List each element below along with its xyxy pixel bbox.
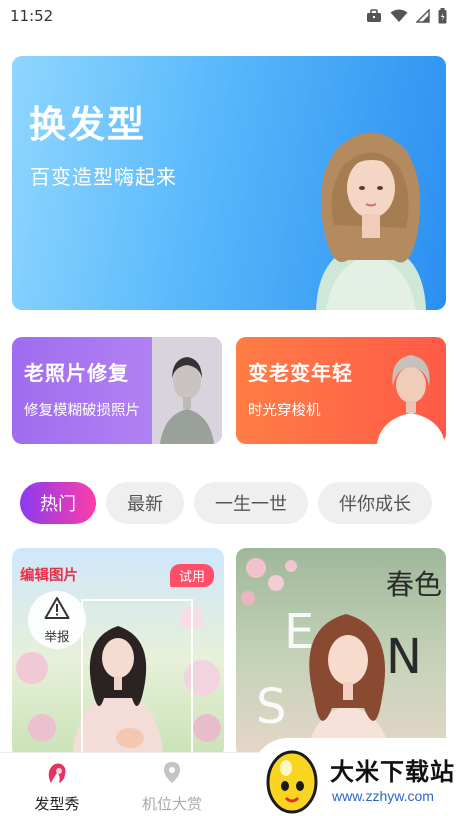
hero-banner-hairstyle[interactable]: 换发型 百变造型嗨起来 bbox=[12, 56, 446, 310]
nav-hairstyle-show[interactable]: 发型秀 bbox=[12, 761, 102, 814]
warning-icon bbox=[44, 596, 70, 624]
card-age-title: 变老变年轻 bbox=[248, 361, 353, 385]
hero-subtitle: 百变造型嗨起来 bbox=[30, 165, 177, 189]
letter-n: N bbox=[386, 629, 422, 685]
status-bar: 11:52 bbox=[0, 0, 459, 32]
hero-title: 换发型 bbox=[29, 103, 146, 146]
hairstyle-icon bbox=[45, 761, 69, 789]
edit-image-label[interactable]: 编辑图片 bbox=[20, 564, 78, 585]
card-age-subtitle: 时光穿梭机 bbox=[248, 403, 321, 419]
status-icons bbox=[366, 8, 447, 24]
card-old-photo-restore[interactable]: 老照片修复 修复模糊破损照片 bbox=[12, 337, 222, 444]
signal-icon bbox=[416, 9, 430, 23]
rice-mascot-logo bbox=[266, 750, 318, 814]
briefcase-icon bbox=[366, 9, 382, 23]
old-photo-image bbox=[152, 337, 222, 444]
tab-hot[interactable]: 热门 bbox=[20, 482, 96, 524]
tab-lifetime[interactable]: 一生一世 bbox=[194, 482, 308, 524]
watermark-title: 大米下载站 bbox=[330, 758, 455, 786]
report-label: 举报 bbox=[44, 628, 70, 644]
battery-icon bbox=[438, 8, 447, 24]
letter-s: S bbox=[256, 679, 286, 735]
card-age-transform[interactable]: 变老变年轻 时光穿梭机 bbox=[236, 337, 446, 444]
status-time: 11:52 bbox=[10, 7, 54, 25]
template-card-left[interactable]: 编辑图片 试用 举报 bbox=[12, 548, 224, 758]
watermark: 大米下载站 www.zzhyw.com bbox=[252, 738, 459, 816]
nav-hairstyle-label: 发型秀 bbox=[34, 795, 80, 813]
nav-photo-spots-label: 机位大赏 bbox=[141, 795, 202, 813]
category-tabs: 热门 最新 一生一世 伴你成长 bbox=[20, 482, 459, 524]
nav-photo-spots[interactable]: 机位大赏 bbox=[127, 761, 217, 814]
card-restore-title: 老照片修复 bbox=[24, 361, 129, 385]
template-right-image: E N S 春色 bbox=[241, 558, 442, 758]
letter-e: E bbox=[284, 604, 314, 660]
calligraphy-text: 春色 bbox=[386, 568, 442, 601]
watermark-url: www.zzhyw.com bbox=[332, 788, 434, 804]
template-card-right[interactable]: E N S 春色 bbox=[236, 548, 446, 758]
location-pin-icon bbox=[162, 761, 182, 789]
card-restore-subtitle: 修复模糊破损照片 bbox=[24, 403, 140, 419]
age-transform-image bbox=[377, 355, 445, 444]
trial-badge: 试用 bbox=[169, 564, 214, 587]
tab-growing-together[interactable]: 伴你成长 bbox=[318, 482, 432, 524]
wifi-icon bbox=[390, 9, 408, 23]
hero-model-image bbox=[316, 132, 426, 310]
tab-latest[interactable]: 最新 bbox=[106, 482, 184, 524]
report-button[interactable]: 举报 bbox=[28, 591, 86, 649]
